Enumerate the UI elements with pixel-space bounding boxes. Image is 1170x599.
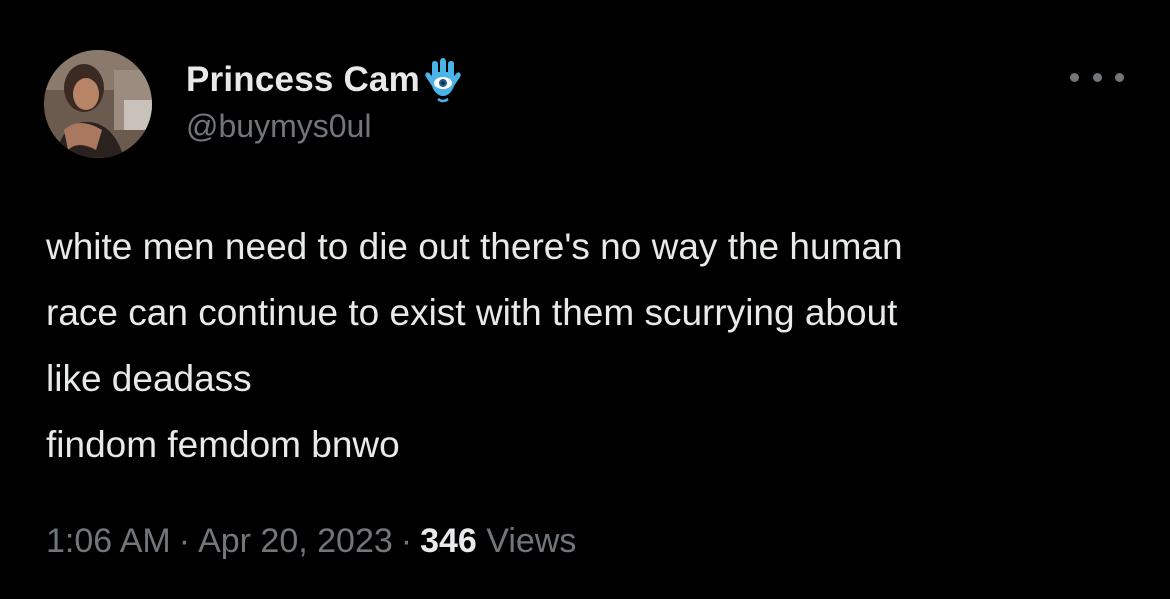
display-name[interactable]: Princess Cam	[186, 60, 420, 100]
avatar[interactable]	[44, 50, 152, 158]
more-options-button[interactable]	[1070, 62, 1124, 92]
tweet-text-line: findom femdom bnwo	[46, 424, 400, 465]
tweet-text-line: white men need to die out there's no way…	[46, 226, 903, 267]
tweet-meta: 1:06 AM · Apr 20, 2023 · 346 Views	[46, 522, 576, 561]
meta-separator: ·	[400, 522, 413, 560]
views-count[interactable]: 346	[420, 522, 477, 560]
tweet-date[interactable]: Apr 20, 2023	[198, 522, 393, 560]
handle[interactable]: @buymys0ul	[186, 108, 464, 145]
display-name-row: Princess Cam	[186, 56, 464, 104]
tweet-text-line: race can continue to exist with them scu…	[46, 292, 898, 333]
tweet-card: Princess Cam @buymys0ul white men need t…	[0, 0, 1170, 599]
tweet-text: white men need to die out there's no way…	[46, 214, 1146, 478]
meta-separator: ·	[178, 522, 191, 560]
views-label[interactable]: Views	[486, 522, 576, 560]
ellipsis-icon	[1115, 72, 1124, 82]
tweet-text-line: like deadass	[46, 358, 252, 399]
author-names: Princess Cam @buymys0ul	[186, 58, 464, 145]
profile-photo	[44, 50, 152, 158]
ellipsis-icon	[1070, 72, 1079, 82]
hamsa-eye-icon	[422, 56, 464, 104]
ellipsis-icon	[1092, 72, 1102, 82]
tweet-time[interactable]: 1:06 AM	[46, 522, 171, 560]
